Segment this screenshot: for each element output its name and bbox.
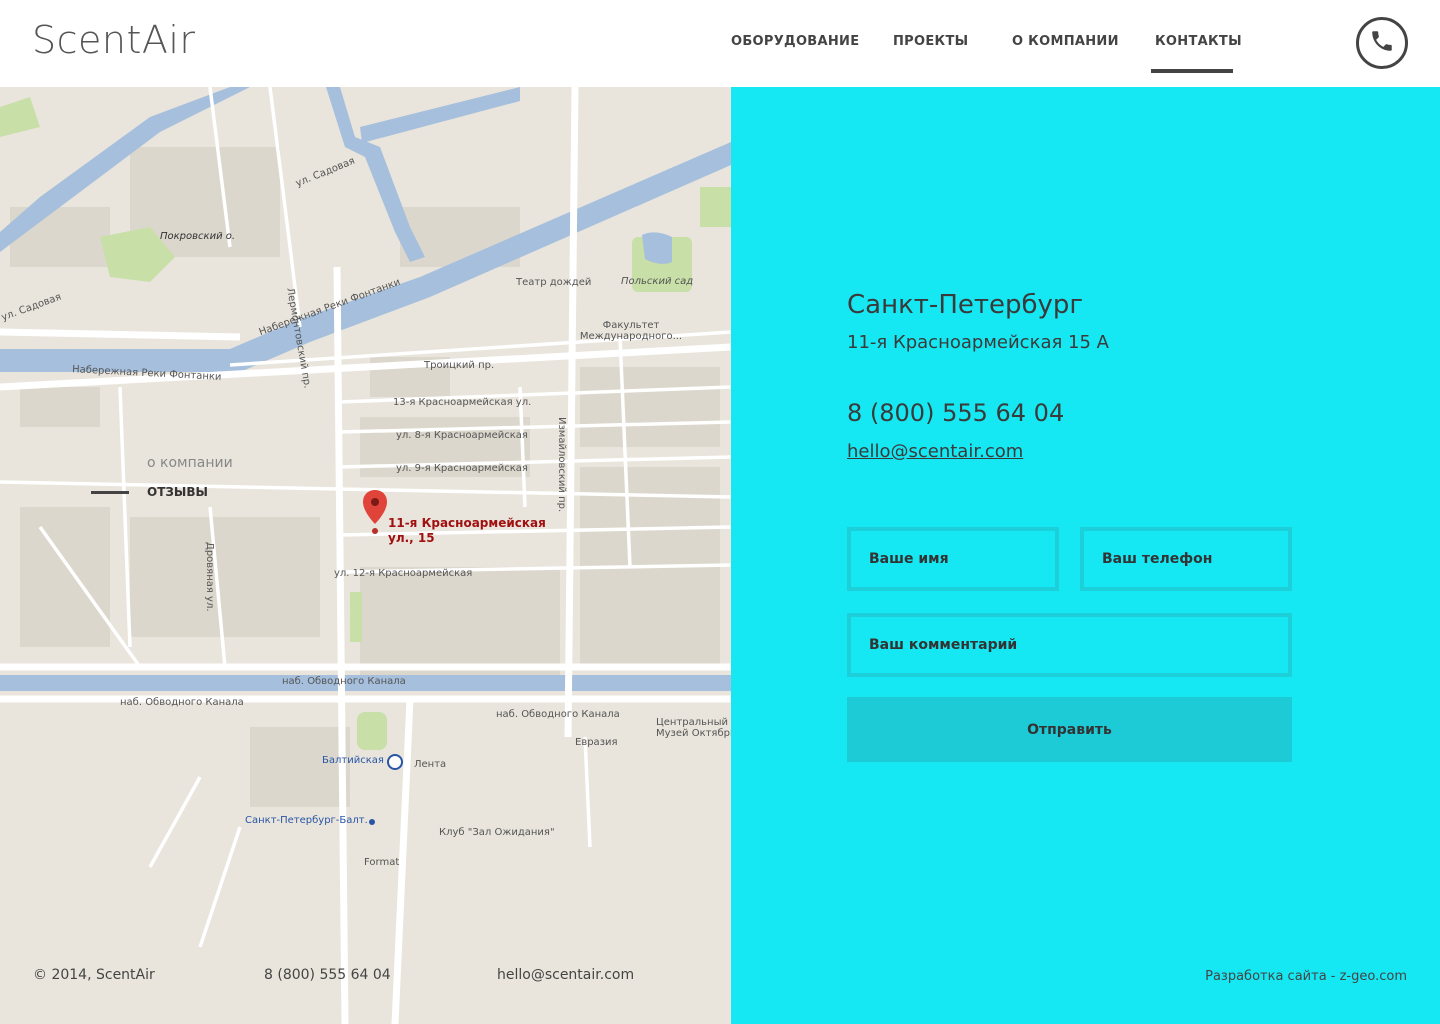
footer-phone[interactable]: 8 (800) 555 64 04: [264, 967, 391, 983]
map-label: ул. 9-я Красноармейская: [396, 463, 528, 474]
active-nav-underline: [1151, 69, 1233, 73]
map-label: наб. Обводного Канала: [282, 676, 406, 687]
nav-item-contacts[interactable]: КОНТАКТЫ: [1155, 34, 1242, 49]
map-label: наб. Обводного Канала: [496, 709, 620, 720]
pin-label: 11-я Красноармейская ул., 15: [388, 516, 546, 546]
phone-icon: [1369, 28, 1395, 58]
nav-item-about[interactable]: О КОМПАНИИ: [1012, 34, 1119, 49]
nav-item-projects[interactable]: ПРОЕКТЫ: [893, 34, 968, 49]
overlay-about-link[interactable]: о компании: [147, 455, 233, 471]
footer-email-link[interactable]: hello@scentair.com: [497, 967, 634, 983]
contact-panel: Санкт-Петербург 11-я Красноармейская 15 …: [731, 87, 1440, 1024]
contact-phone[interactable]: 8 (800) 555 64 04: [847, 399, 1064, 427]
address-text: 11-я Красноармейская 15 А: [847, 332, 1109, 353]
map-label: Format: [364, 857, 400, 868]
pin-label-line1: 11-я Красноармейская: [388, 516, 546, 530]
map-label: Санкт-Петербург-Балт.: [245, 815, 368, 826]
overlay-active-dash: [91, 491, 129, 494]
submit-button[interactable]: Отправить: [847, 697, 1292, 762]
map-label: ул. 12-я Красноармейская: [334, 568, 473, 579]
map-label: Факультет Международного...: [579, 320, 683, 342]
name-input[interactable]: [847, 527, 1059, 591]
phone-button[interactable]: [1356, 17, 1408, 69]
map-label: Троицкий пр.: [424, 360, 495, 371]
map-label: Евразия: [575, 737, 618, 748]
location-map[interactable]: Набережная Реки Фонтанки Набережная Реки…: [0, 87, 731, 1024]
logo[interactable]: ScentAir: [32, 18, 196, 62]
comment-input[interactable]: [847, 613, 1292, 677]
contact-email-link[interactable]: hello@scentair.com: [847, 441, 1023, 462]
map-label: Измайловский пр.: [556, 417, 567, 513]
footer-copyright: © 2014, ScentAir: [33, 967, 155, 983]
overlay-reviews-link[interactable]: ОТЗЫВЫ: [147, 485, 208, 499]
phone-input[interactable]: [1080, 527, 1292, 591]
map-label: Центральный Музей Октябрь: [656, 717, 731, 739]
map-label: 13-я Красноармейская ул.: [393, 397, 532, 408]
map-label: Покровский о.: [160, 231, 236, 242]
site-header: ScentAir ОБОРУДОВАНИЕ ПРОЕКТЫ О КОМПАНИИ…: [0, 0, 1440, 87]
metro-icon: [387, 754, 403, 770]
map-canvas: [0, 87, 731, 1024]
nav-item-equipment[interactable]: ОБОРУДОВАНИЕ: [731, 34, 859, 49]
map-label: Дровяная ул.: [204, 542, 215, 612]
map-label: наб. Обводного Канала: [120, 697, 244, 708]
map-label: Театр дождей: [516, 277, 592, 288]
city-title: Санкт-Петербург: [847, 290, 1084, 320]
map-label: Клуб "Зал Ожидания": [439, 827, 555, 838]
map-label: ул. 8-я Красноармейская: [396, 430, 528, 441]
developer-credit-link[interactable]: Разработка сайта - z-geo.com: [1205, 969, 1407, 984]
map-label: Лента: [414, 759, 447, 770]
pin-label-line2: ул., 15: [388, 531, 435, 545]
map-label: Балтийская: [322, 755, 384, 766]
map-label: Польский сад: [621, 276, 694, 287]
